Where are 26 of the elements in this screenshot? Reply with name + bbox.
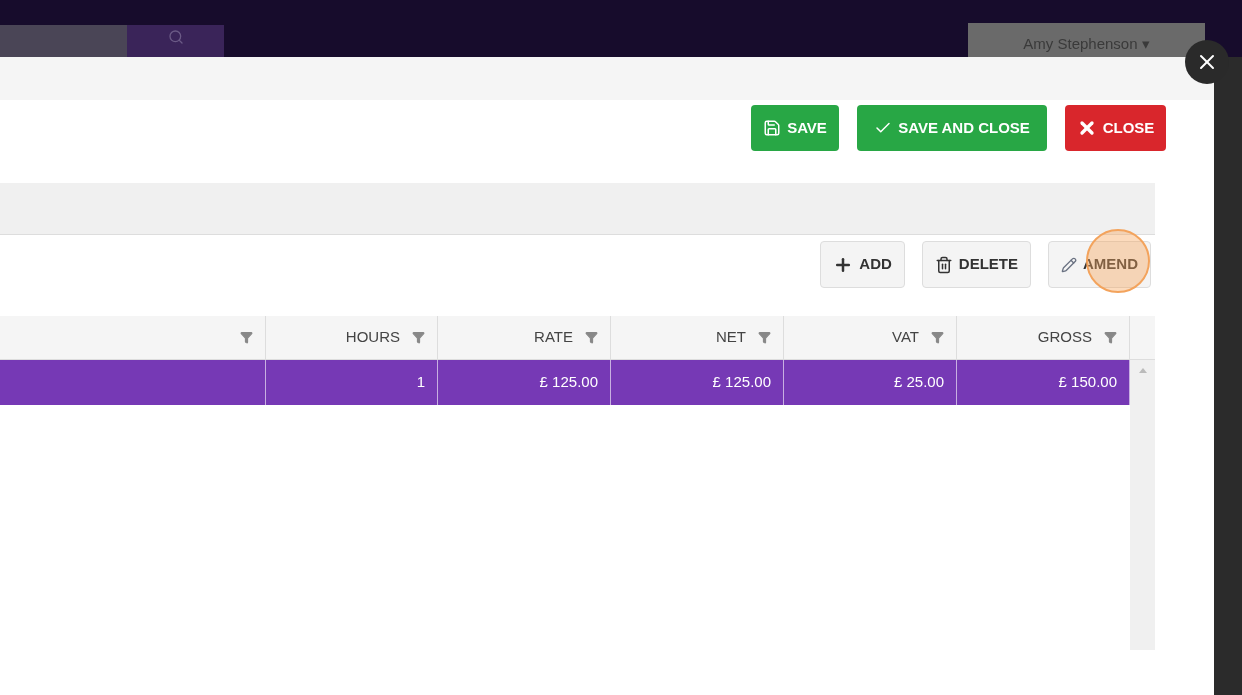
filter-icon[interactable] — [758, 331, 771, 344]
column-header[interactable]: VAT — [784, 316, 957, 359]
table-cell-text: £ 125.00 — [539, 372, 598, 393]
filter-icon[interactable] — [585, 331, 598, 344]
column-header[interactable]: HOURS — [266, 316, 438, 359]
table-row[interactable]: 1 £ 125.00 £ 125.00 £ 25.00 £ 150.00 — [0, 360, 1130, 405]
scrollbar[interactable] — [1130, 360, 1155, 650]
add-button[interactable]: ADD — [820, 241, 905, 288]
search-icon — [167, 29, 184, 45]
search-field[interactable] — [0, 25, 127, 57]
table-cell-text: 1 — [416, 372, 425, 393]
table-cell-text: £ 125.00 — [712, 372, 771, 393]
pencil-icon — [1061, 256, 1077, 273]
filter-icon[interactable] — [1104, 331, 1117, 344]
filter-icon[interactable] — [931, 331, 944, 344]
table-cell-text: £ 150.00 — [1058, 372, 1117, 393]
column-header[interactable]: GROSS — [957, 316, 1130, 359]
filter-icon[interactable] — [240, 331, 253, 344]
trash-icon — [934, 255, 953, 274]
column-header[interactable]: NET — [611, 316, 784, 359]
scroll-up-icon[interactable] — [1138, 368, 1147, 373]
close-button[interactable]: CLOSE — [1065, 105, 1166, 151]
filter-icon[interactable] — [412, 331, 425, 344]
table-cell-text: £ 25.00 — [893, 372, 944, 393]
column-header[interactable]: RATE — [438, 316, 611, 359]
delete-button[interactable]: DELETE — [921, 241, 1031, 288]
